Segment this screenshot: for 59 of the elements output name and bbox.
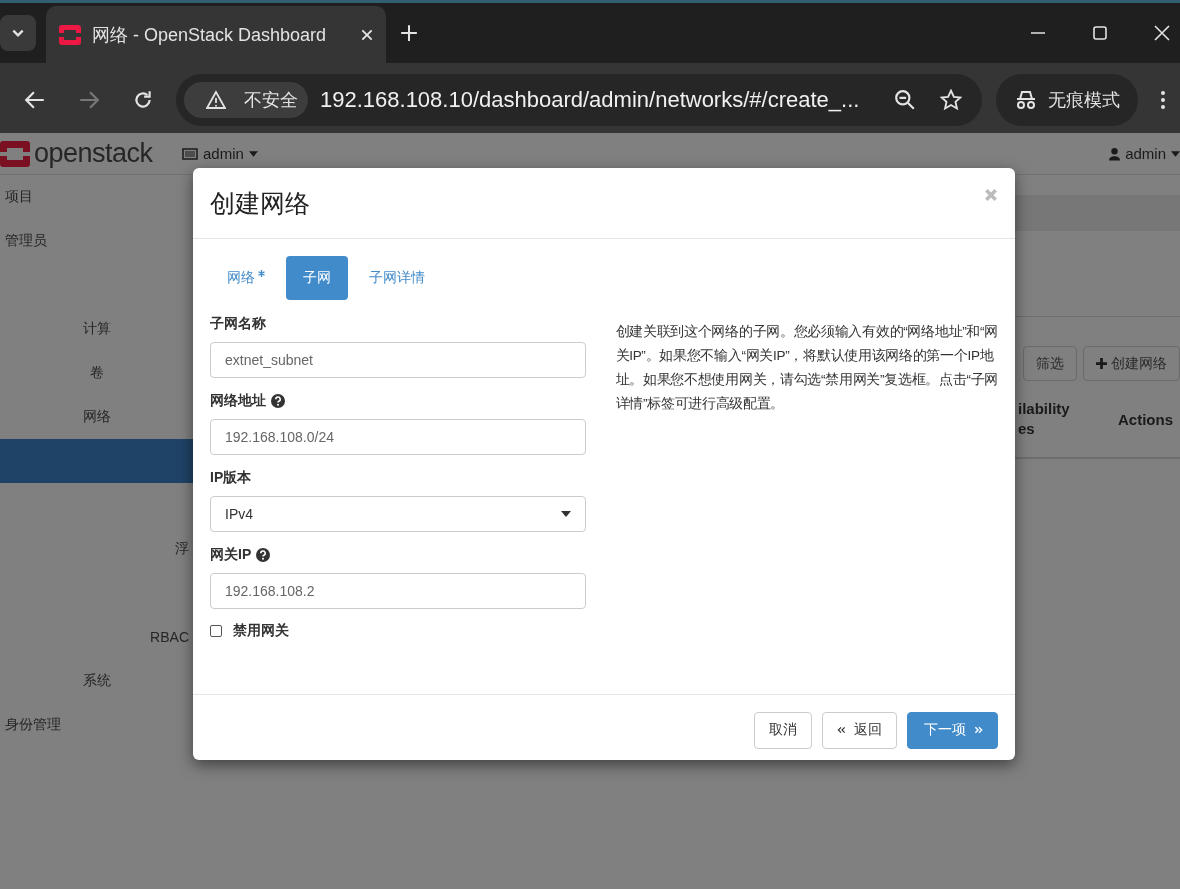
nav-section[interactable]: 计算 <box>82 320 111 338</box>
zoom-icon[interactable] <box>894 88 916 111</box>
column-header: ilability es <box>1017 399 1071 439</box>
logo-text: openstack <box>34 138 153 169</box>
field-label: 网关IP <box>210 546 252 564</box>
filter-button[interactable]: 筛选 <box>1023 346 1077 381</box>
tab[interactable]: 子网 <box>286 256 348 300</box>
next-button[interactable]: 下一项 <box>907 711 998 749</box>
more-icon[interactable] <box>1160 88 1166 111</box>
nav-section[interactable]: 卷 <box>89 364 104 382</box>
select-field[interactable]: IPv4 <box>210 496 586 532</box>
double-chevron-right-icon <box>974 726 983 734</box>
field-label: 网络地址 <box>210 392 266 410</box>
create-network-button[interactable]: 创建网络 <box>1083 346 1180 381</box>
user-icon <box>1109 146 1121 161</box>
warning-icon <box>206 89 226 110</box>
checkbox[interactable] <box>210 625 222 637</box>
input-field[interactable]: 192.168.108.2 <box>210 573 586 609</box>
nav-link[interactable]: 浮 <box>175 540 189 558</box>
plus-icon <box>1096 358 1107 369</box>
column-header: Actions <box>1118 410 1174 428</box>
nav-section[interactable]: 网络 <box>82 408 111 426</box>
openstack-logo-icon <box>58 22 82 47</box>
nav-section[interactable]: 身份管理 <box>5 716 61 734</box>
caret-icon <box>248 150 258 157</box>
caret-icon <box>1171 150 1180 157</box>
user-menu[interactable]: admin <box>1109 145 1180 162</box>
input-field[interactable]: 192.168.108.0/24 <box>210 419 586 455</box>
address-bar[interactable]: 不安全 192.168.108.10/dashboard/admin/networks/#/create_... <box>176 73 982 126</box>
double-chevron-left-icon <box>837 726 846 734</box>
field-label: IP版本 <box>210 469 252 487</box>
close-icon <box>984 188 998 202</box>
checkbox-label: 禁用网关 <box>233 622 289 640</box>
tab-list-button[interactable] <box>0 15 36 51</box>
browser-tab[interactable]: 网络 - OpenStack Dashboard <box>46 6 386 63</box>
incognito-button[interactable]: 无痕模式 <box>996 73 1138 126</box>
nav-section[interactable]: 管理员 <box>5 232 47 250</box>
nav-section[interactable]: 项目 <box>5 188 33 206</box>
back-button[interactable]: 返回 <box>822 711 897 749</box>
cancel-button[interactable]: 取消 <box>754 711 812 749</box>
url-text: 192.168.108.10/dashboard/admin/networks/#/create_... <box>320 86 861 113</box>
help-text: 创建关联到这个网络的子网。您必须输入有效的“网络地址”和“网关IP”。如果您不输入“网关IP”，将默认使用该网络的第一个IP地址。如果您不想使用网关，请勾选“禁用网关”复选框。点击“子网详情”标签可进行高级配置。 <box>615 323 998 413</box>
caret-icon <box>560 511 571 517</box>
dialog-title: 创建网络 <box>210 187 310 219</box>
field-label: 子网名称 <box>210 315 266 333</box>
star-icon[interactable] <box>940 88 962 111</box>
close-icon[interactable] <box>1154 25 1170 41</box>
reload-icon[interactable] <box>132 88 154 111</box>
nav-link[interactable]: RBAC <box>150 629 189 645</box>
tab[interactable]: 网络 <box>210 256 282 300</box>
server-icon <box>182 147 198 160</box>
project-menu[interactable]: admin <box>182 145 258 162</box>
nav-section[interactable]: 系统 <box>82 672 111 690</box>
tab[interactable]: 子网详情 <box>352 256 442 300</box>
close-icon[interactable] <box>360 27 374 42</box>
maximize-icon[interactable] <box>1092 25 1108 41</box>
security-chip[interactable]: 不安全 <box>184 81 308 118</box>
plus-icon[interactable] <box>400 24 418 42</box>
input-field[interactable]: extnet_subnet <box>210 342 586 378</box>
